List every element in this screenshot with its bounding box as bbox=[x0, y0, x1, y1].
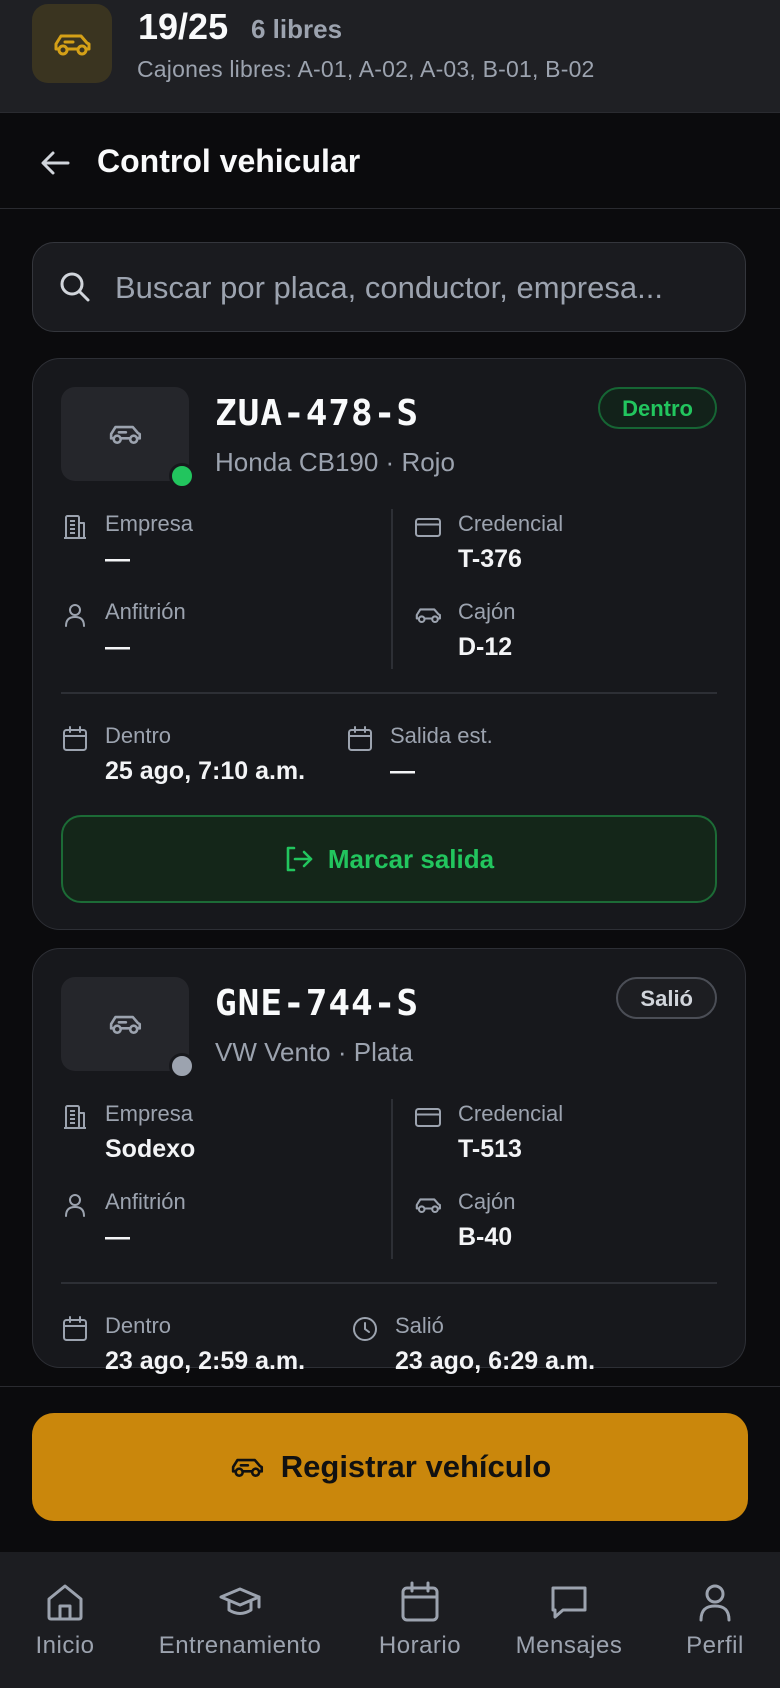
vehicle-thumbnail bbox=[61, 977, 189, 1071]
credential-label: Credencial bbox=[458, 1101, 564, 1126]
message-icon bbox=[551, 1586, 587, 1619]
calendar-icon bbox=[63, 1316, 87, 1341]
car-icon bbox=[231, 1458, 263, 1477]
logout-icon bbox=[286, 846, 313, 872]
column-divider bbox=[391, 509, 393, 669]
occupancy-count: 19/25 bbox=[138, 6, 229, 47]
vehicle-plate: ZUA-478-S bbox=[215, 393, 420, 434]
spot-label: Cajón bbox=[458, 1189, 516, 1214]
vehicle-plate: GNE-744-S bbox=[215, 983, 420, 1024]
status-badge: Dentro bbox=[598, 387, 717, 429]
spot-value: D-12 bbox=[458, 633, 513, 661]
register-vehicle-label: Registrar vehículo bbox=[280, 1449, 552, 1484]
arrow-left-icon bbox=[41, 151, 70, 175]
vehicle-model: Honda CB190 · Rojo bbox=[215, 447, 455, 477]
entry-label: Dentro bbox=[105, 1313, 172, 1338]
building-icon bbox=[64, 1105, 86, 1129]
parking-summary: 19/25 6 libres Cajones libres: A-01, A-0… bbox=[0, 0, 780, 113]
page-header: Control vehicular bbox=[0, 113, 780, 209]
graduation-cap-icon bbox=[219, 1587, 261, 1615]
divider bbox=[61, 692, 717, 694]
entry-time: 23 ago, 2:59 a.m. bbox=[105, 1347, 306, 1375]
exit-time: — bbox=[390, 757, 415, 785]
page-title: Control vehicular bbox=[97, 143, 361, 179]
home-icon bbox=[47, 1584, 83, 1621]
building-icon bbox=[64, 515, 86, 539]
host-value: — bbox=[105, 1223, 130, 1251]
search-bar bbox=[32, 242, 746, 332]
tab-inicio[interactable]: Inicio bbox=[30, 1580, 100, 1660]
column-divider bbox=[391, 1099, 393, 1259]
free-spots-list: Cajones libres: A-01, A-02, A-03, B-01, … bbox=[137, 56, 595, 82]
tab-horario[interactable]: Horario bbox=[372, 1580, 468, 1660]
exit-label: Salió bbox=[395, 1313, 444, 1338]
tab-label: Entrenamiento bbox=[158, 1632, 322, 1659]
vehicle-card: GNE-744-S VW Vento · Plata Salió Empresa… bbox=[32, 948, 746, 1375]
calendar-icon bbox=[63, 726, 87, 751]
spot-label: Cajón bbox=[458, 599, 516, 624]
host-label: Anfitrión bbox=[105, 1189, 186, 1214]
user-icon bbox=[65, 604, 85, 627]
search-icon bbox=[60, 272, 90, 302]
exit-time: 23 ago, 6:29 a.m. bbox=[395, 1347, 596, 1375]
vehicle-model: VW Vento · Plata bbox=[215, 1037, 413, 1067]
calendar-icon bbox=[348, 726, 372, 751]
credit-card-icon bbox=[415, 1108, 441, 1127]
tab-perfil[interactable]: Perfil bbox=[680, 1580, 750, 1660]
entry-label: Dentro bbox=[105, 723, 172, 748]
tab-label: Inicio bbox=[35, 1632, 95, 1659]
divider bbox=[61, 1282, 717, 1284]
entry-time: 25 ago, 7:10 a.m. bbox=[105, 757, 306, 785]
register-bar: Registrar vehículo bbox=[0, 1386, 780, 1553]
tab-mensajes[interactable]: Mensajes bbox=[512, 1580, 626, 1660]
car-icon bbox=[32, 4, 112, 83]
bottom-tab-bar: Inicio Entrenamiento Horario Mensajes Pe… bbox=[0, 1552, 780, 1688]
user-icon bbox=[699, 1584, 731, 1622]
company-label: Empresa bbox=[105, 511, 194, 536]
status-badge: Salió bbox=[616, 977, 717, 1019]
search-input[interactable] bbox=[113, 261, 727, 315]
tab-entrenamiento[interactable]: Entrenamiento bbox=[150, 1580, 330, 1660]
company-label: Empresa bbox=[105, 1101, 194, 1126]
free-count: 6 libres bbox=[251, 14, 343, 44]
car-icon bbox=[415, 1198, 441, 1214]
mark-exit-label: Marcar salida bbox=[327, 843, 495, 874]
spot-value: B-40 bbox=[458, 1223, 513, 1251]
company-value: Sodexo bbox=[105, 1135, 196, 1163]
credential-label: Credencial bbox=[458, 511, 564, 536]
exit-label: Salida est. bbox=[390, 723, 493, 748]
credit-card-icon bbox=[415, 518, 441, 537]
vehicle-thumbnail bbox=[61, 387, 189, 481]
mark-exit-button[interactable]: Marcar salida bbox=[61, 815, 717, 903]
calendar-icon bbox=[401, 1581, 439, 1622]
car-icon bbox=[109, 1015, 142, 1034]
car-icon bbox=[109, 425, 142, 444]
tab-label: Mensajes bbox=[515, 1632, 623, 1659]
status-dot bbox=[169, 1053, 195, 1079]
register-vehicle-button[interactable]: Registrar vehículo bbox=[32, 1413, 748, 1521]
tab-label: Perfil bbox=[686, 1632, 744, 1659]
credential-value: T-376 bbox=[458, 545, 522, 573]
host-label: Anfitrión bbox=[105, 599, 186, 624]
status-dot bbox=[169, 463, 195, 489]
user-icon bbox=[65, 1194, 85, 1217]
company-value: — bbox=[105, 545, 130, 573]
clock-icon bbox=[353, 1317, 377, 1341]
host-value: — bbox=[105, 633, 130, 661]
tab-label: Horario bbox=[378, 1632, 462, 1659]
credential-value: T-513 bbox=[458, 1135, 522, 1163]
vehicle-card: ZUA-478-S Honda CB190 · Rojo Dentro Empr… bbox=[32, 358, 746, 930]
car-icon bbox=[415, 608, 441, 624]
back-button[interactable] bbox=[36, 143, 76, 183]
